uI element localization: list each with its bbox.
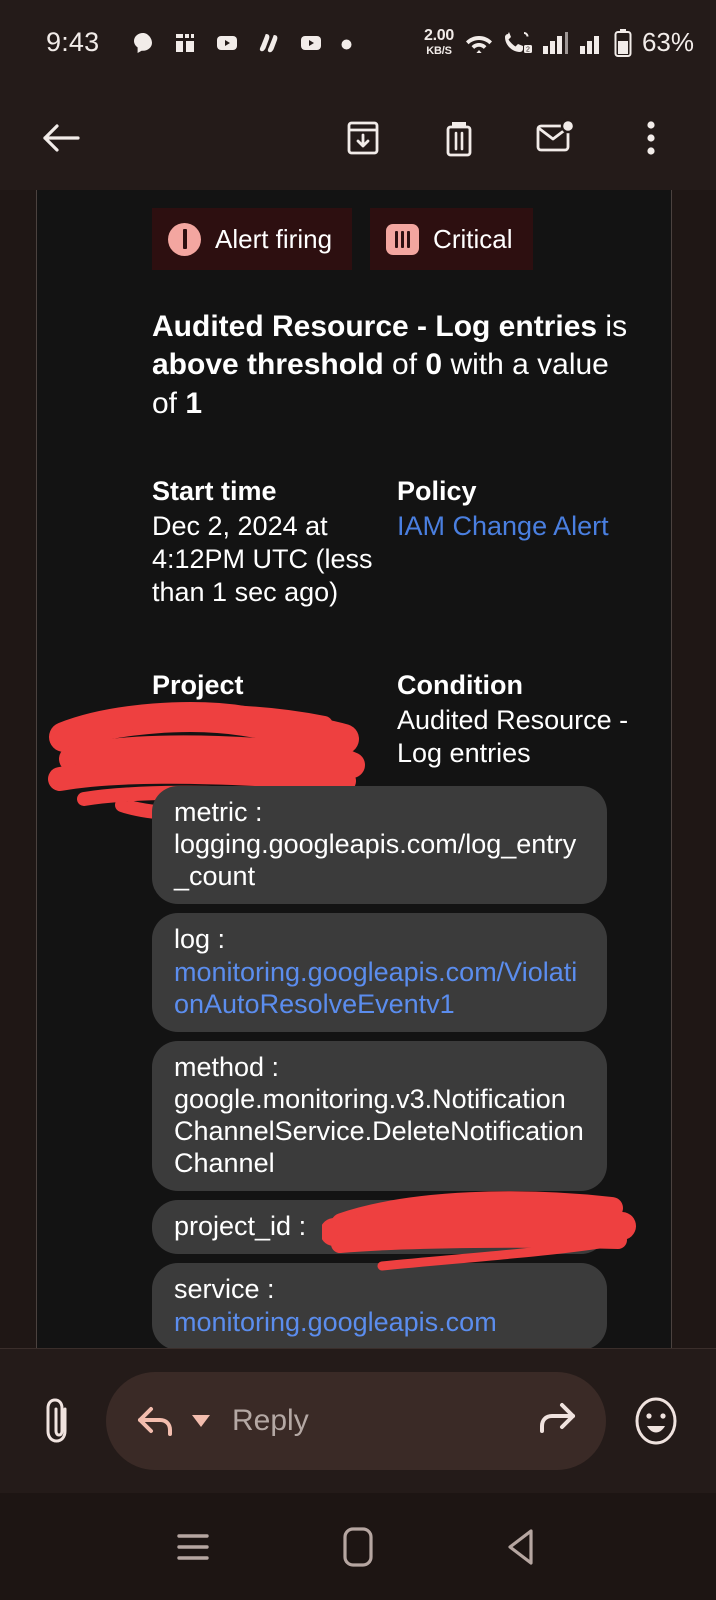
project-label: Project <box>152 670 244 701</box>
dot-icon <box>341 37 352 50</box>
archive-button[interactable] <box>332 107 394 169</box>
alert-meta-row-2: Project Condition Audited Resource - Log… <box>48 667 641 823</box>
signal-bars-1-icon <box>542 30 570 56</box>
home-button[interactable] <box>323 1512 393 1582</box>
attach-file-button[interactable] <box>26 1389 90 1453</box>
battery-percentage: 63% <box>641 27 694 57</box>
status-bar-system-icons: 2.00 KB/S 2 63% <box>424 27 694 58</box>
status-badge-alert-firing: Alert firing <box>152 208 353 270</box>
reply-input-field[interactable]: Reply <box>106 1372 606 1470</box>
headline-is: is <box>597 310 628 343</box>
chip-project-id: project_id : 5 <box>152 1191 636 1271</box>
forward-arrow-icon[interactable] <box>532 1400 578 1443</box>
email-message-card: Alert firing Critical Audited Resource -… <box>36 190 672 1348</box>
wifi-icon <box>464 30 494 56</box>
policy-field: Policy IAM Change Alert <box>397 473 641 609</box>
chip-metric-key: metric : <box>174 797 263 828</box>
delete-button[interactable] <box>428 107 490 169</box>
back-button[interactable] <box>30 107 92 169</box>
critical-severity-icon <box>386 223 420 255</box>
more-options-button[interactable] <box>620 107 682 169</box>
status-bar-notification-icons <box>131 31 352 55</box>
network-speed-indicator: 2.00 KB/S <box>424 28 454 57</box>
network-speed-value: 2.00 <box>424 27 454 44</box>
headline-metric: Audited Resource - Log entries <box>152 310 598 343</box>
alert-meta-row-1: Start time Dec 2, 2024 at 4:12PM UTC (le… <box>152 473 641 609</box>
battery-icon <box>614 28 632 57</box>
recent-apps-button[interactable] <box>158 1512 228 1582</box>
critical-label: Critical <box>433 223 513 254</box>
toolbar-actions <box>332 107 682 169</box>
chip-method-value: google.monitoring.v3.NotificationChannel… <box>174 1083 584 1179</box>
mark-unread-button[interactable] <box>524 107 586 169</box>
signal-bars-2-icon <box>579 30 605 56</box>
android-nav-bar <box>0 1493 716 1600</box>
alert-label-chips: metric : logging.googleapis.com/log_entr… <box>152 786 641 1348</box>
condition-value: Audited Resource - Log entries <box>397 704 629 768</box>
chip-service-key: service : <box>174 1274 275 1305</box>
chip-method: method : google.monitoring.v3.Notificati… <box>152 1040 607 1192</box>
network-speed-unit: KB/S <box>426 45 452 57</box>
chip-service: service : monitoring.googleapis.com <box>152 1263 607 1348</box>
chip-metric-value: logging.googleapis.com/log_entry_count <box>174 829 577 892</box>
email-toolbar <box>0 85 716 190</box>
reply-placeholder-text: Reply <box>232 1404 309 1437</box>
alert-firing-label: Alert firing <box>215 223 333 254</box>
headline-of: of <box>383 348 426 382</box>
youtube-icon <box>215 31 239 55</box>
chip-log: log : monitoring.googleapis.com/Violatio… <box>152 913 607 1032</box>
reply-bar: Reply <box>0 1348 716 1493</box>
chip-project-id-value-redacted: 5 <box>569 1211 585 1242</box>
reply-arrow-icon[interactable] <box>136 1403 210 1439</box>
status-bar-clock: 9:43 <box>46 27 100 57</box>
alert-circle-icon <box>168 222 201 256</box>
policy-label: Policy <box>397 476 477 507</box>
alert-badges: Alert firing Critical <box>152 208 641 270</box>
project-field: Project <box>48 667 397 823</box>
alert-headline: Audited Resource - Log entries is above … <box>152 308 641 423</box>
start-time-field: Start time Dec 2, 2024 at 4:12PM UTC (le… <box>152 473 397 609</box>
headline-value: 1 <box>185 386 203 420</box>
chip-log-value-link[interactable]: monitoring.googleapis.com/ViolationAutoR… <box>174 957 577 1019</box>
chip-project-id-key: project_id : <box>174 1211 307 1242</box>
headline-threshold: 0 <box>425 348 443 382</box>
email-content: Alert firing Critical Audited Resource -… <box>37 190 671 1348</box>
start-time-value: Dec 2, 2024 at 4:12PM UTC (less than 1 s… <box>152 510 373 608</box>
policy-link[interactable]: IAM Change Alert <box>397 510 641 543</box>
svg-text:2: 2 <box>526 46 530 53</box>
headline-condition: above threshold <box>152 348 384 382</box>
status-badge-critical: Critical <box>370 208 533 270</box>
clipchamp-icon <box>257 31 281 55</box>
email-body-scroll[interactable]: Alert firing Critical Audited Resource -… <box>0 190 716 1348</box>
chevron-down-icon[interactable] <box>192 1415 210 1427</box>
chat-bubble-icon <box>131 31 155 55</box>
nav-back-button[interactable] <box>488 1512 558 1582</box>
chip-method-key: method : <box>174 1051 280 1082</box>
condition-field: Condition Audited Resource - Log entries <box>397 667 641 770</box>
call-sim2-icon: 2 <box>503 30 533 56</box>
status-bar: 9:43 2.00 KB/S 2 63% <box>0 0 716 85</box>
start-time-label: Start time <box>152 476 277 507</box>
apps-grid-icon <box>173 31 197 55</box>
condition-label: Condition <box>397 670 523 701</box>
emoji-button[interactable] <box>624 1389 688 1453</box>
youtube-music-icon <box>299 31 323 55</box>
chip-service-value-link[interactable]: monitoring.googleapis.com <box>174 1307 497 1337</box>
chip-metric: metric : logging.googleapis.com/log_entr… <box>152 786 607 905</box>
chip-log-key: log : <box>174 924 226 955</box>
